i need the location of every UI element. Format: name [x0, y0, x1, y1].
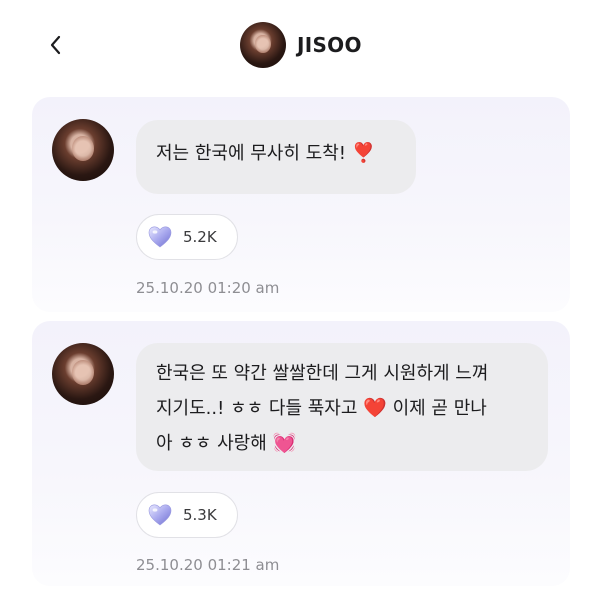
message-text-line: 한국은 또 약간 쌀쌀한데 그게 시원하게 느껴 — [156, 363, 489, 384]
message-text: 이제 곧 만나 — [392, 398, 487, 419]
message-text: 지기도..! ㅎㅎ 다들 푹자고 — [156, 398, 358, 419]
message-text: 저는 한국에 무사히 도착! — [156, 143, 346, 164]
sender-avatar[interactable] — [52, 343, 114, 405]
message-bubble[interactable]: 한국은 또 약간 쌀쌀한데 그게 시원하게 느껴 지기도..! ㅎㅎ 다들 푹자… — [136, 343, 548, 471]
message-text: 아 ㅎㅎ 사랑해 — [156, 433, 267, 454]
beating-heart-emoji: 💓 — [272, 432, 297, 454]
chat-header: JISOO — [0, 0, 600, 92]
reaction-count: 5.2K — [183, 228, 217, 246]
message-timestamp: 25.10.20 01:20 am — [136, 279, 280, 297]
avatar[interactable] — [240, 22, 286, 68]
message-bubble[interactable]: 저는 한국에 무사히 도착! ❣️ — [136, 120, 416, 194]
message-text-line: 지기도..! ㅎㅎ 다들 푹자고 ❤️ 이제 곧 만나 — [156, 391, 528, 426]
reaction-button[interactable]: 5.2K — [136, 214, 238, 260]
message-text-line: 아 ㅎㅎ 사랑해 💓 — [156, 426, 528, 461]
red-heart-emoji: ❤️ — [363, 397, 387, 419]
reaction-button[interactable]: 5.3K — [136, 492, 238, 538]
message-timestamp: 25.10.20 01:21 am — [136, 556, 280, 574]
heart-exclamation-emoji: ❣️ — [351, 142, 376, 164]
page-title: JISOO — [297, 33, 362, 57]
header-profile[interactable]: JISOO — [240, 22, 362, 68]
purple-heart-icon — [148, 226, 172, 248]
reaction-count: 5.3K — [183, 506, 217, 524]
message-card: 저는 한국에 무사히 도착! ❣️ 5.2K 25.10.20 01:20 am — [32, 97, 570, 312]
sender-avatar[interactable] — [52, 119, 114, 181]
purple-heart-icon — [148, 504, 172, 526]
back-button[interactable] — [40, 30, 70, 60]
message-card: 한국은 또 약간 쌀쌀한데 그게 시원하게 느껴 지기도..! ㅎㅎ 다들 푹자… — [32, 321, 570, 586]
chevron-left-icon — [50, 35, 61, 55]
